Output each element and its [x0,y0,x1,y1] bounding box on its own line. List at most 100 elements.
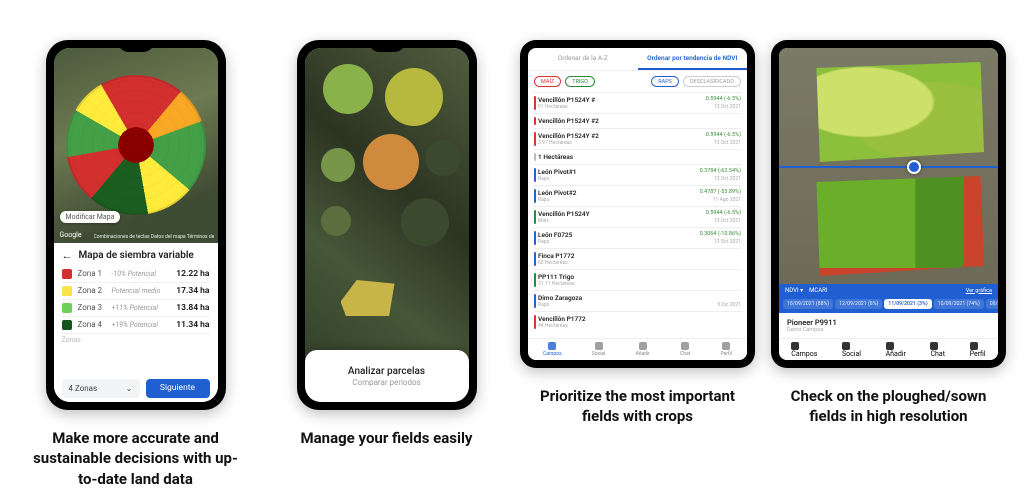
profile-icon [970,342,978,350]
nav-perfil[interactable]: Perfil [720,342,731,357]
field-name: León Pivot#2 [538,189,576,197]
nav-campos[interactable]: Campos [791,342,817,358]
field-subtitle: Raps [538,197,549,203]
field-polygon[interactable] [341,280,395,316]
nav-perfil[interactable]: Perfil [970,342,986,358]
field-list-item[interactable]: Vencillón P177244 Hectáreas [534,311,741,332]
filter-pill-maiz[interactable]: MAÍZ [534,76,561,87]
date-chip[interactable]: 11/09/2021 (3%) [884,299,931,309]
bottom-sheet[interactable]: Analizar parcelas Comparar periodos [305,350,469,402]
nav-campos[interactable]: Campos [543,342,562,357]
seeding-map[interactable]: Modificar Mapa Google Combinaciones de t… [54,48,218,243]
date-chip[interactable]: 12/09/2021 (8%) [835,299,882,309]
zone-swatch [62,320,72,330]
nav-social[interactable]: Social [592,342,606,357]
zone-hectares: 11.34 ha [176,320,209,330]
nav-chat[interactable]: Chat [680,342,690,357]
nav-anadir[interactable]: Añadir [635,342,649,357]
field-list-item[interactable]: 1 Hectáreas [534,149,741,164]
zone-row[interactable]: Zona 1-10% Potencial12.22 ha [62,266,210,283]
field-ndvi-value: 0.5944 (-6.5%) [706,210,741,218]
field-name: Vencillón P1524Y [538,210,590,218]
field-list-item[interactable]: León Pivot#10.3784 (-62.54%)Raps13 Oct 2… [534,164,741,185]
compare-periods-link[interactable]: Comparar periodos [352,378,420,387]
google-attribution: Google [60,231,82,239]
field-circle[interactable] [425,140,461,176]
zone-row[interactable]: Zona 4+19% Potencial11.34 ha [62,317,210,334]
field-circle[interactable] [323,64,373,114]
field-list-item[interactable]: Vencillón P1524Y #0.5944 (-6.5%)91 Hectá… [534,92,741,113]
index-ndvi-select[interactable]: NDVI ▾ [785,287,803,294]
analyze-parcels-button[interactable]: Analizar parcelas [348,366,425,377]
zone-swatch [62,286,72,296]
field-circle[interactable] [363,134,419,190]
nav-social[interactable]: Social [842,342,861,358]
ndvi-pivot-overlay [66,75,206,215]
next-button[interactable]: Siguiente [146,379,210,398]
compare-slider-handle[interactable] [907,160,921,174]
field-list-item[interactable]: Vencillón P1524Y #20.5944 (-6.5%)3.97 He… [534,128,741,149]
date-chip[interactable]: 18/09/2021 (88%) [783,299,833,309]
caption-2: Manage your fields easily [301,428,473,448]
index-mcari-tab[interactable]: MCARI [809,287,827,294]
nav-chat[interactable]: Chat [930,342,945,358]
filter-pill-desclasificado[interactable]: DESCLASIFICADO [683,76,741,87]
field-subtitle: 31.11 Hectáreas [538,281,575,287]
zone-hectares: 12.22 ha [176,269,209,279]
field-list-item[interactable]: León F07250.3064 (-10.86%)Raps13 Oct 202… [534,227,741,248]
field-name: Vencillón P1524Y #2 [538,117,599,125]
field-list-item[interactable]: Finca P177260 Hectáreas [534,248,741,269]
view-chart-link[interactable]: Ver gráfica [966,288,992,294]
phone-notch [117,40,155,52]
field-subtitle: Maíz [538,218,549,224]
field-subtitle: Raps [538,302,549,308]
tab-sort-alpha[interactable]: Ordenar de la A-Z [528,48,638,70]
caption-4: Check on the ploughed/sown fields in hig… [779,386,999,427]
field-name: PP111 Trigo [538,273,574,281]
field-compare-view[interactable] [779,48,998,284]
field-subtitle: 44 Hectáreas [538,323,568,329]
field-list-item[interactable]: Vencillón P1524Y #2 [534,113,741,128]
field-date: 13 Oct 2021 [714,104,741,110]
date-chip[interactable]: 08/09/2021 (100%) [986,299,998,309]
zones-sum-label: Zonas [62,334,210,344]
field-subtitle: 60 Hectáreas [538,260,568,266]
profile-icon [722,342,730,350]
back-arrow-icon[interactable]: ← [62,249,73,262]
field-ndvi-value: 0.5944 (-6.5%) [706,96,741,104]
social-icon [595,342,603,350]
field-name: Finca P1772 [538,252,574,260]
date-chip[interactable]: 10/09/2021 (74%) [934,299,984,309]
field-list-item[interactable]: León Pivot#20.4787 (-53.89%)Raps11 Ago 2… [534,185,741,206]
field-date: 11 Ago 2021 [713,197,741,203]
field-list-item[interactable]: Dimo ZaragozaRaps5 Dic 2021 [534,290,741,311]
zone-row[interactable]: Zona 3+11% Potencial13.84 ha [62,300,210,317]
field-circle[interactable] [401,198,449,246]
zone-count-select[interactable]: 4 Zonas ⌄ [62,379,140,398]
zone-row[interactable]: Zona 2Potencial medio17.34 ha [62,283,210,300]
field-date: 13 Oct 2021 [714,140,741,146]
field-name: Vencillón P1524Y #2 [538,132,599,140]
filter-pill-raps[interactable]: RAPS [651,76,679,87]
field-list-item[interactable]: PP111 Trigo31.11 Hectáreas [534,269,741,290]
tab-sort-ndvi[interactable]: Ordenar por tendencia de NDVI [638,48,748,70]
device-3-tablet: Ordenar de la A-Z Ordenar por tendencia … [520,40,755,368]
field-circle[interactable] [385,68,443,126]
zone-swatch [62,269,72,279]
compare-slider-track[interactable] [779,166,998,168]
field-subtitle: Raps [538,239,549,245]
field-circle[interactable] [321,206,351,236]
nav-anadir[interactable]: Añadir [886,342,906,358]
device-1-phone: Modificar Mapa Google Combinaciones de t… [46,40,226,410]
field-name: Vencillón P1524Y # [538,96,595,104]
caption-1: Make more accurate and sustainable decis… [26,428,246,489]
field-list-item[interactable]: Vencillón P1524Y0.5944 (-6.5%)Maíz13 Oct… [534,206,741,227]
map-credits: Combinaciones de teclas Datos del mapa T… [94,234,214,240]
fields-satellite-view[interactable] [305,48,469,402]
field-subtitle: Demo Campos [787,327,990,333]
field-circle[interactable] [321,148,355,182]
zone-name: Zona 1 [78,269,112,278]
modify-map-chip[interactable]: Modificar Mapa [60,211,121,223]
field-subtitle: Raps [538,176,549,182]
filter-pill-trigo[interactable]: TRIGO [565,76,595,87]
